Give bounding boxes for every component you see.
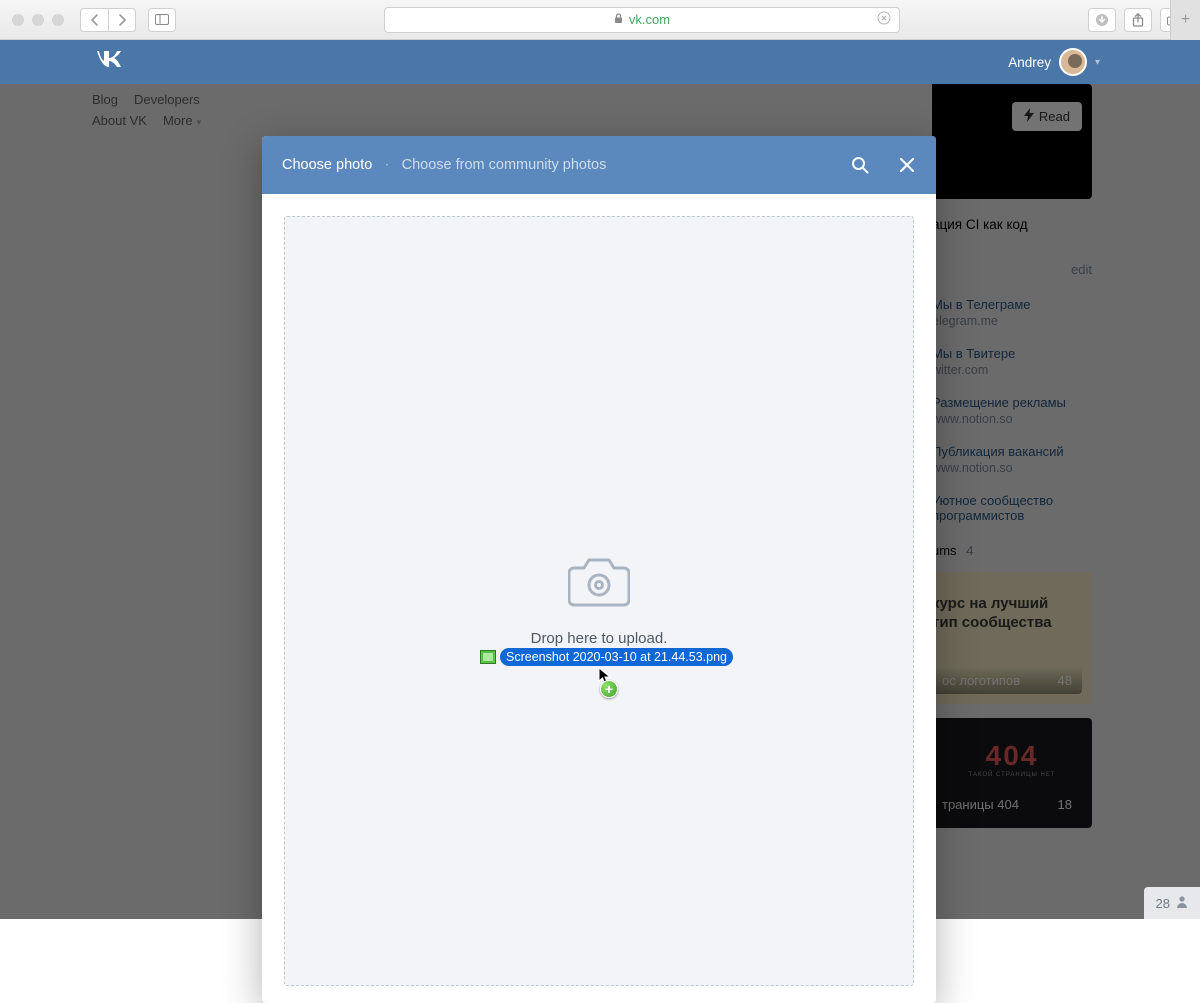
file-thumbnail-icon [480, 650, 496, 664]
downloads-button[interactable] [1088, 8, 1116, 32]
camera-icon [568, 555, 630, 612]
dragged-file-chip: Screenshot 2020-03-10 at 21.44.53.png [480, 648, 733, 666]
clear-url-icon[interactable] [877, 11, 891, 28]
upload-dropzone[interactable]: Drop here to upload. [284, 216, 914, 986]
drop-allowed-plus-icon: + [600, 680, 618, 698]
browser-toolbar: vk.com + [0, 0, 1200, 40]
minimize-window-dot[interactable] [32, 14, 44, 26]
zoom-window-dot[interactable] [52, 14, 64, 26]
sidebar-toggle-button[interactable] [148, 8, 176, 32]
address-bar[interactable]: vk.com [384, 7, 900, 33]
choose-from-community-link[interactable]: Choose from community photos [402, 157, 607, 173]
person-icon [1176, 895, 1188, 911]
forward-button[interactable] [108, 8, 136, 32]
modal-title: Choose photo [282, 157, 372, 173]
search-icon[interactable] [850, 155, 870, 175]
choose-photo-modal: Choose photo · Choose from community pho… [262, 136, 936, 1003]
url-text: vk.com [629, 12, 670, 27]
page-body: Blog Developers About VK More▾ Read ация… [0, 84, 1200, 919]
vk-logo-icon[interactable] [95, 49, 123, 76]
window-controls [12, 14, 64, 26]
chevron-down-icon: ▾ [1095, 57, 1100, 68]
modal-header: Choose photo · Choose from community pho… [262, 136, 936, 194]
avatar [1059, 48, 1087, 76]
user-menu[interactable]: Andrey ▾ [1008, 48, 1100, 76]
online-counter[interactable]: 28 [1144, 887, 1200, 919]
lock-icon [614, 13, 623, 27]
username-label: Andrey [1008, 55, 1051, 70]
new-tab-button[interactable]: + [1170, 0, 1200, 40]
close-window-dot[interactable] [12, 14, 24, 26]
vk-top-bar: Andrey ▾ [0, 40, 1200, 84]
dragged-file-name: Screenshot 2020-03-10 at 21.44.53.png [500, 648, 733, 666]
close-icon[interactable] [898, 156, 916, 174]
dropzone-label: Drop here to upload. [531, 630, 668, 647]
share-button[interactable] [1124, 8, 1152, 32]
separator: · [384, 156, 389, 174]
online-count: 28 [1156, 896, 1170, 911]
back-button[interactable] [80, 8, 108, 32]
